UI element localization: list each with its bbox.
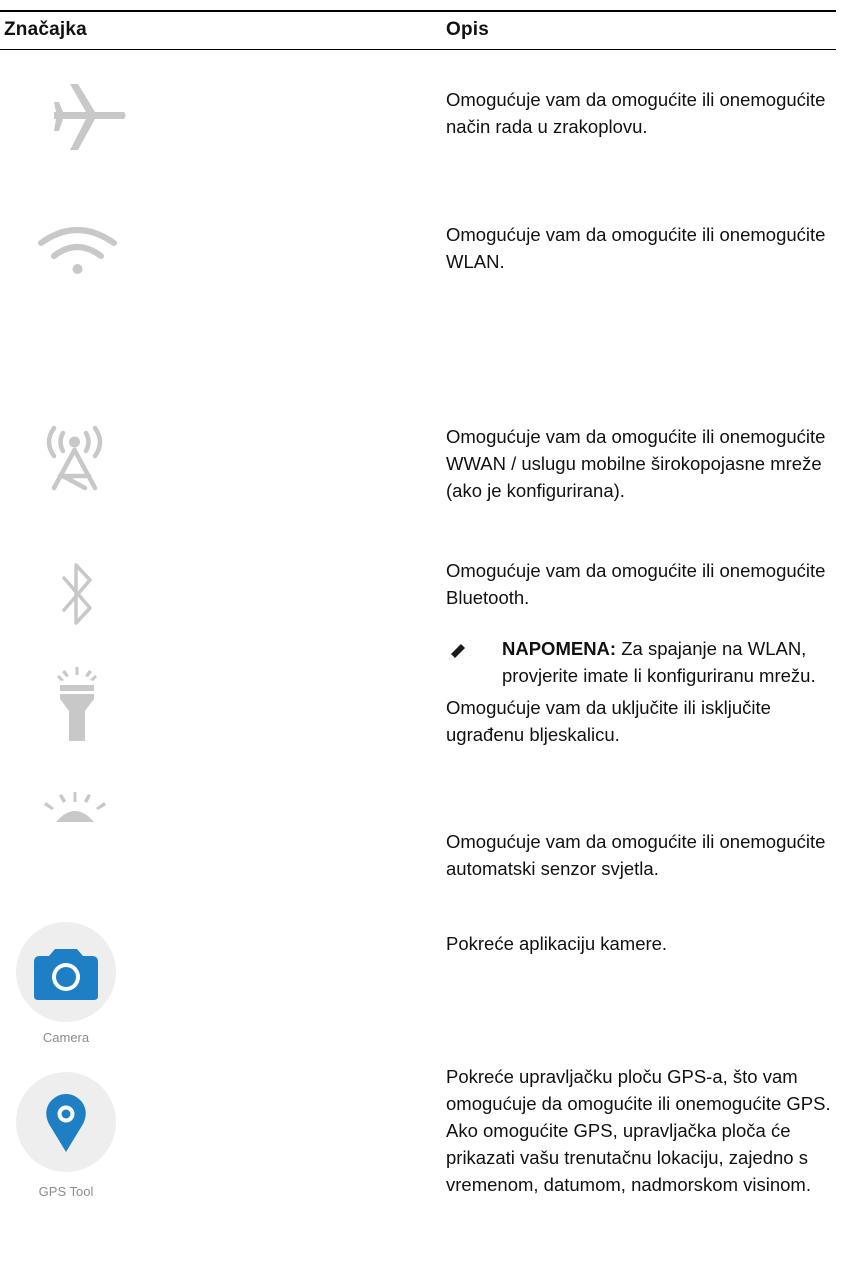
- row-description: Omogućuje vam da omogućite ili onemogući…: [446, 831, 826, 879]
- pencil-icon: [446, 641, 468, 663]
- row-description: Omogućuje vam da omogućite ili onemogući…: [446, 426, 826, 501]
- column-header-description: Opis: [446, 19, 490, 40]
- light-sensor-icon: [44, 792, 106, 822]
- row-description: Omogućuje vam da omogućite ili onemogući…: [446, 560, 826, 608]
- row-description: Pokreće upravljačku ploču GPS-a, što vam…: [446, 1066, 831, 1195]
- row-description: Omogućuje vam da uključite ili isključit…: [446, 697, 771, 745]
- wifi-icon: [38, 227, 117, 274]
- row-description: Omogućuje vam da omogućite ili onemogući…: [446, 224, 826, 272]
- app-label-gps-tool: GPS Tool: [38, 1184, 94, 1199]
- table-top-rule: [0, 10, 836, 12]
- bluetooth-icon: [62, 563, 92, 625]
- note-label: NAPOMENA:: [502, 638, 617, 659]
- header-rule: [0, 49, 836, 50]
- app-label-camera: Camera: [42, 1030, 90, 1045]
- column-header-feature: Značajka: [4, 19, 87, 40]
- row-description: Pokreće aplikaciju kamere.: [446, 933, 668, 954]
- gps-pin-icon: [16, 1072, 116, 1172]
- row-description: Omogućuje vam da omogućite ili onemogući…: [446, 89, 826, 137]
- camera-icon: [16, 922, 116, 1022]
- cellular-tower-icon: [46, 425, 103, 491]
- airplane-icon: [54, 84, 126, 150]
- flashlight-icon: [57, 667, 97, 741]
